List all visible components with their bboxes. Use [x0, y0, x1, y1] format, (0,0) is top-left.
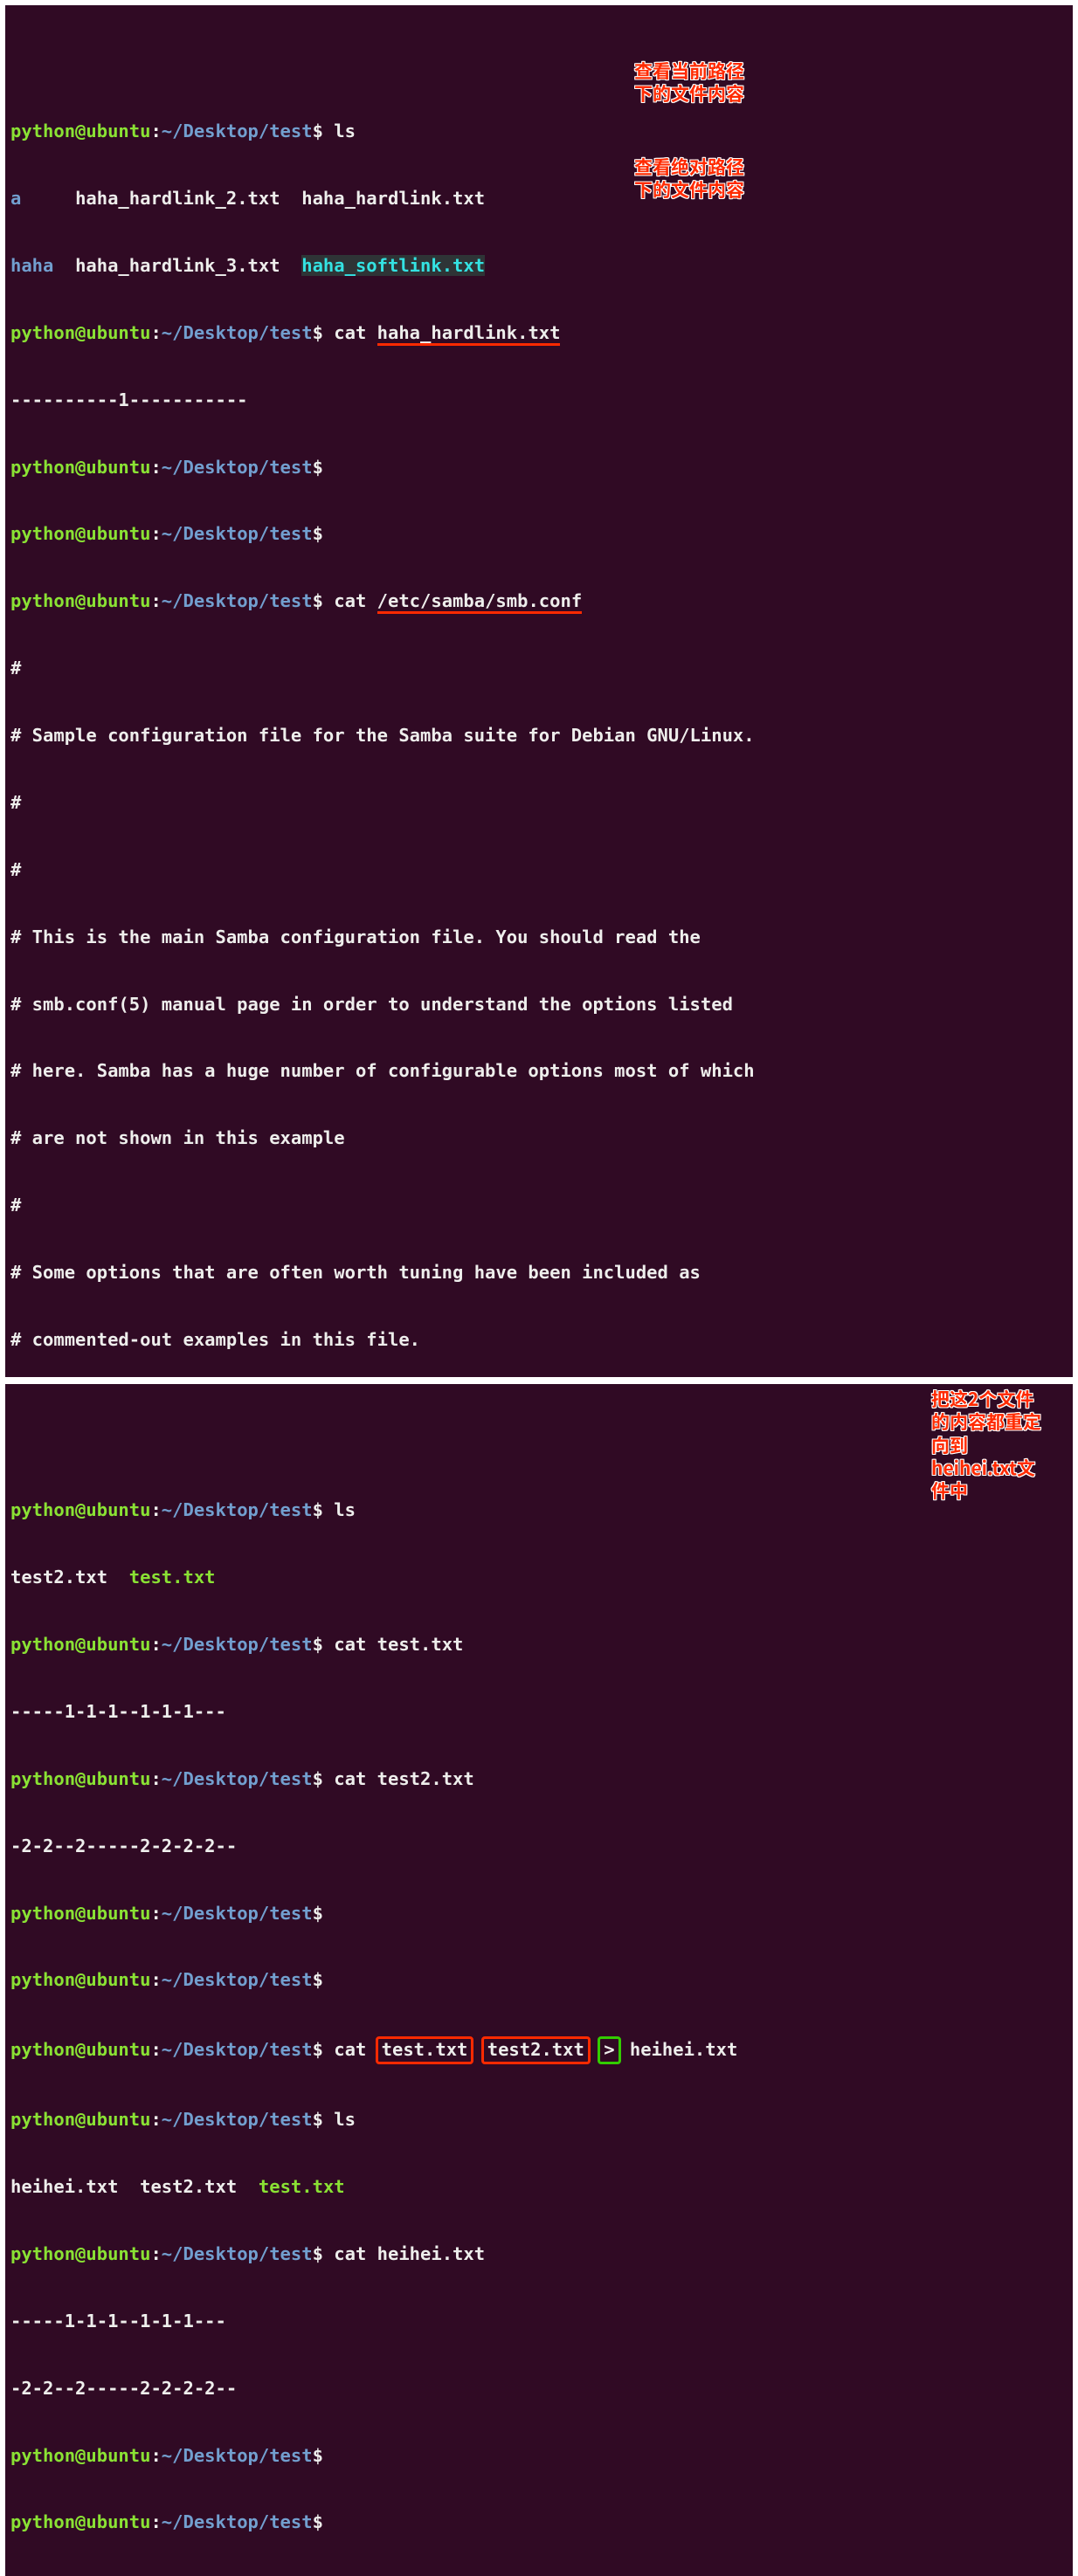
redir-target: heihei.txt	[630, 2039, 737, 2060]
highlight-test-txt: test.txt	[376, 2036, 474, 2064]
ls-file-heihei: heihei.txt	[10, 2176, 118, 2197]
prompt-dollar: $	[313, 121, 323, 141]
terminal-window-2[interactable]: 把这2个文件 的内容都重定 向到 heihei.txt文 件中 >表示： 先清空…	[5, 1384, 1073, 2576]
ls-file-hl2: haha_hardlink_2.txt	[75, 188, 280, 209]
ls-exec-test: test.txt	[129, 1567, 216, 1588]
command-ls: ls	[334, 2109, 356, 2130]
smb-line: #	[10, 1195, 21, 1216]
highlight-test2-txt: test2.txt	[481, 2036, 591, 2064]
command-cat-test: cat test.txt	[334, 1634, 463, 1655]
cat-arg-hardlink: haha_hardlink.txt	[377, 322, 561, 346]
ls-file-test2: test2.txt	[10, 1567, 107, 1588]
command-cat: cat	[334, 322, 377, 343]
ls-file-test2: test2.txt	[140, 2176, 237, 2197]
command-cat: cat	[334, 2039, 377, 2060]
command-cat-test2: cat test2.txt	[334, 1768, 473, 1789]
prompt-colon: :	[150, 121, 161, 141]
smb-line: # are not shown in this example	[10, 1127, 345, 1148]
output-test2: -2-2--2-----2-2-2-2--	[10, 1836, 237, 1856]
ls-file-hl3: haha_hardlink_3.txt	[75, 255, 280, 276]
smb-line: #	[10, 658, 21, 678]
smb-line: # here. Samba has a huge number of confi…	[10, 1060, 755, 1081]
output-heihei: -2-2--2-----2-2-2-2--	[10, 2378, 237, 2399]
terminal-window-1[interactable]: 查看当前路径 下的文件内容 查看绝对路径 下的文件内容 python@ubunt…	[5, 5, 1073, 1377]
command-ls: ls	[334, 1499, 356, 1520]
annotation-redirect-two-files: 把这2个文件 的内容都重定 向到 heihei.txt文 件中	[931, 1388, 1041, 1502]
cat-arg-smbconf: /etc/samba/smb.conf	[377, 590, 583, 614]
command-cat: cat	[334, 590, 377, 611]
output-test: -----1-1-1--1-1-1---	[10, 1701, 226, 1722]
smb-line: #	[10, 859, 21, 880]
cat-output-1: ----------1-----------	[10, 389, 248, 410]
ls-dir-haha: haha	[10, 255, 53, 276]
prompt-path: ~/Desktop/test	[162, 121, 313, 141]
command-cat-heihei: cat heihei.txt	[334, 2243, 485, 2264]
highlight-gt: >	[598, 2036, 620, 2064]
smb-line: # Some options that are often worth tuni…	[10, 1262, 701, 1283]
smb-line: # commented-out examples in this file.	[10, 1329, 420, 1350]
prompt-user: python@ubuntu	[10, 121, 150, 141]
smb-line: # Sample configuration file for the Samb…	[10, 725, 755, 746]
smb-line: # smb.conf(5) manual page in order to un…	[10, 994, 733, 1015]
output-heihei: -----1-1-1--1-1-1---	[10, 2311, 226, 2331]
prompt-user: python@ubuntu	[10, 322, 150, 343]
ls-dir-a: a	[10, 188, 21, 209]
annotation-current-path: 查看当前路径 下的文件内容	[634, 59, 744, 106]
command-ls: ls	[334, 121, 356, 141]
ls-symlink-soft: haha_softlink.txt	[301, 255, 485, 276]
ls-exec-test: test.txt	[259, 2176, 345, 2197]
ls-file-hl: haha_hardlink.txt	[301, 188, 485, 209]
smb-line: #	[10, 792, 21, 813]
smb-line: # This is the main Samba configuration f…	[10, 926, 701, 947]
